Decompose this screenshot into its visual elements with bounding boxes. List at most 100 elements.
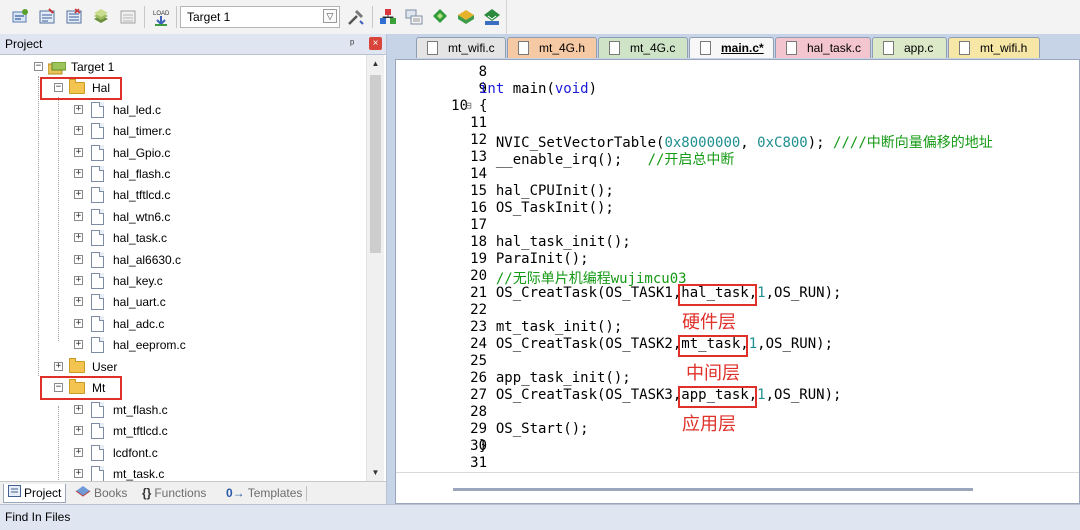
code-line[interactable]: OS_CreatTask(OS_TASK3,app_task,1,OS_RUN)… xyxy=(479,387,842,403)
tab-project[interactable]: Project xyxy=(3,484,67,503)
expand-icon[interactable]: + xyxy=(74,340,83,349)
expand-icon[interactable]: + xyxy=(74,212,83,221)
tree-file-item[interactable]: + hal_eeprom.c xyxy=(0,335,360,356)
select-packs-icon[interactable] xyxy=(430,7,450,27)
pin-icon[interactable]: ᵖ xyxy=(350,34,354,54)
scroll-up-icon[interactable]: ▲ xyxy=(367,55,384,72)
expand-icon[interactable]: + xyxy=(74,126,83,135)
build-icon[interactable] xyxy=(37,7,57,27)
tab-main-c[interactable]: main.c* xyxy=(689,37,774,58)
code-line[interactable]: hal_CPUInit(); xyxy=(479,183,614,199)
tree-file-item[interactable]: + hal_flash.c xyxy=(0,164,360,185)
pack-installer-icon[interactable] xyxy=(456,7,476,27)
tab-mt-wifi-h[interactable]: mt_wifi.h xyxy=(948,37,1040,58)
code-line[interactable]: ParaInit(); xyxy=(479,251,589,267)
expand-icon[interactable]: + xyxy=(74,405,83,414)
manage-components-icon[interactable] xyxy=(378,7,398,27)
tree-item-label: User xyxy=(92,360,118,374)
tree-file-item[interactable]: + hal_key.c xyxy=(0,271,360,292)
find-in-files-title[interactable]: Find In Files xyxy=(5,505,70,530)
tree-file-item[interactable]: + hal_task.c xyxy=(0,228,360,249)
code-line[interactable]: int main(void) xyxy=(479,81,597,97)
tree-file-item[interactable]: + hal_al6630.c xyxy=(0,250,360,271)
line-number: 21 xyxy=(470,285,487,301)
code-line[interactable]: OS_CreatTask(OS_TASK1,hal_task,1,OS_RUN)… xyxy=(479,285,842,301)
tree-item-target-1[interactable]: − Target 1 xyxy=(0,57,360,78)
code-line[interactable]: { xyxy=(479,98,487,114)
expand-icon[interactable]: + xyxy=(74,276,83,285)
translate-icon[interactable] xyxy=(10,7,30,27)
options-icon[interactable] xyxy=(346,7,366,27)
tree-file-item[interactable]: + hal_timer.c xyxy=(0,121,360,142)
tree-file-item[interactable]: + mt_task.c xyxy=(0,464,360,481)
project-panel-title: Project xyxy=(5,37,43,51)
collapse-icon[interactable]: − xyxy=(34,62,43,71)
file-extensions-icon[interactable] xyxy=(404,7,424,27)
scroll-down-icon[interactable]: ▼ xyxy=(367,464,384,481)
code-editor[interactable]: 8 9 10 11 12 13 14 15 16 17 18 19 20 21 … xyxy=(395,59,1080,504)
tab-books[interactable]: Books xyxy=(75,484,127,503)
line-number: 12 xyxy=(470,132,487,148)
tab-mt-4g-h[interactable]: mt_4G.h xyxy=(507,37,597,58)
code-line[interactable]: hal_task_init(); xyxy=(479,234,631,250)
code-line[interactable]: OS_CreatTask(OS_TASK2,mt_task,1,OS_RUN); xyxy=(479,336,833,352)
tab-templates[interactable]: 0→ Templates xyxy=(226,484,302,503)
tree-file-item[interactable]: + hal_uart.c xyxy=(0,292,360,313)
tree-file-item[interactable]: + hal_Gpio.c xyxy=(0,143,360,164)
load-icon[interactable]: LOAD xyxy=(151,7,171,27)
tree-file-item[interactable]: + mt_tftlcd.c xyxy=(0,421,360,442)
fold-collapse-icon[interactable]: ⊟ xyxy=(465,99,472,112)
expand-icon[interactable]: + xyxy=(74,297,83,306)
line-number: 31 xyxy=(470,455,487,471)
stop-build-icon[interactable] xyxy=(118,7,138,27)
code-line[interactable]: OS_TaskInit(); xyxy=(479,200,614,216)
run-time-env-icon[interactable] xyxy=(482,7,502,27)
tree-file-item[interactable]: + hal_adc.c xyxy=(0,314,360,335)
batch-build-icon[interactable] xyxy=(91,7,111,27)
code-line[interactable]: OS_Start(); xyxy=(479,421,589,437)
horizontal-scrollbar[interactable] xyxy=(453,488,973,491)
rebuild-icon[interactable] xyxy=(64,7,84,27)
target-select-value: Target 1 xyxy=(187,10,231,24)
tab-app-c[interactable]: app.c xyxy=(872,37,947,58)
target-icon xyxy=(47,61,67,75)
line-number: 10 xyxy=(451,98,468,114)
expand-icon[interactable]: + xyxy=(74,448,83,457)
highlight-box-mt xyxy=(40,376,122,400)
tree-file-item[interactable]: + hal_led.c xyxy=(0,100,360,121)
tree-file-item[interactable]: + hal_tftlcd.c xyxy=(0,185,360,206)
tab-hal-task-c[interactable]: hal_task.c xyxy=(775,37,871,58)
expand-icon[interactable]: + xyxy=(74,426,83,435)
c-file-icon xyxy=(91,294,104,310)
code-line[interactable]: app_task_init(); xyxy=(479,370,631,386)
expand-icon[interactable]: + xyxy=(74,190,83,199)
code-line[interactable]: } xyxy=(479,438,487,454)
code-line[interactable]: __enable_irq(); //开启总中断 xyxy=(479,149,735,169)
expand-icon[interactable]: + xyxy=(74,169,83,178)
expand-icon[interactable]: + xyxy=(74,233,83,242)
chevron-down-icon[interactable]: ▽ xyxy=(323,9,337,23)
c-file-icon xyxy=(91,145,104,161)
tree-file-item[interactable]: + mt_flash.c xyxy=(0,400,360,421)
tree-scrollbar[interactable]: ▲ ▼ xyxy=(366,55,384,481)
scrollbar-thumb[interactable] xyxy=(370,75,381,253)
tree-file-item[interactable]: + lcdfont.c xyxy=(0,443,360,464)
target-select[interactable]: Target 1 ▽ xyxy=(180,6,340,28)
tab-mt-4g-c[interactable]: mt_4G.c xyxy=(598,37,688,58)
tab-mt-wifi-c[interactable]: mt_wifi.c xyxy=(416,37,506,58)
expand-icon[interactable]: + xyxy=(74,105,83,114)
tab-functions[interactable]: {} Functions xyxy=(142,484,206,503)
expand-icon[interactable]: + xyxy=(74,469,83,478)
file-icon xyxy=(518,41,529,55)
tree-folder-user[interactable]: + User xyxy=(0,357,360,378)
expand-icon[interactable]: + xyxy=(74,255,83,264)
code-line[interactable]: mt_task_init(); xyxy=(479,319,622,335)
expand-icon[interactable]: + xyxy=(74,148,83,157)
line-number: 13 xyxy=(470,149,487,165)
project-panel-header: Project ᵖ × xyxy=(0,34,386,55)
templates-icon: 0→ xyxy=(226,486,245,501)
tree-file-item[interactable]: + hal_wtn6.c xyxy=(0,207,360,228)
expand-icon[interactable]: + xyxy=(54,362,63,371)
expand-icon[interactable]: + xyxy=(74,319,83,328)
close-icon[interactable]: × xyxy=(369,37,382,50)
